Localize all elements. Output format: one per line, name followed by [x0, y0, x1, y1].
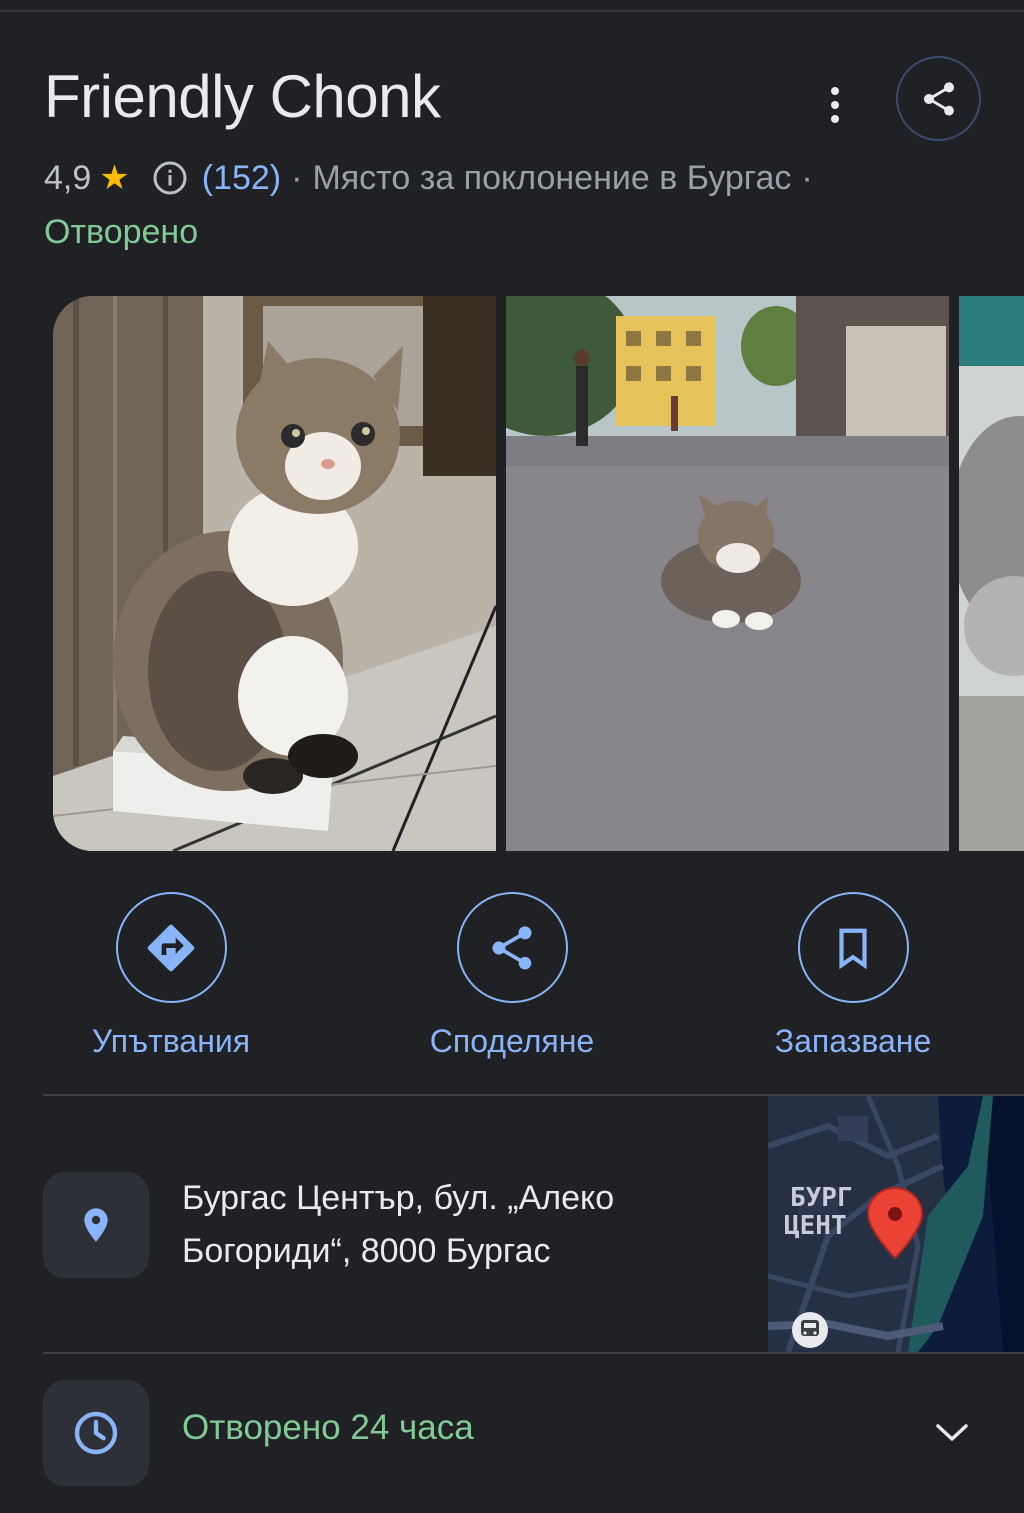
top-divider: [0, 10, 1024, 12]
photo-cat-on-street[interactable]: [506, 296, 949, 851]
divider-address: [43, 1352, 768, 1354]
address-text[interactable]: Бургас Център, бул. „Алеко Богориди“, 80…: [182, 1172, 742, 1278]
map-district-label-1: БУРГ: [790, 1183, 853, 1213]
place-title: Friendly Chonk: [44, 63, 441, 130]
save-button[interactable]: Запазване: [723, 892, 983, 1060]
hours-text[interactable]: Отворено 24 часа: [182, 1408, 474, 1448]
save-circle[interactable]: [797, 892, 909, 1003]
location-pin-icon: [84, 1208, 108, 1242]
clock-icon: [74, 1411, 118, 1455]
share-button[interactable]: Споделяне: [382, 892, 642, 1060]
review-count-link[interactable]: (152): [202, 159, 281, 198]
action-buttons: Упътвания Споделяне Запазване: [0, 892, 1024, 1072]
bookmark-icon: [839, 928, 867, 969]
map-district-label-2: ЦЕНТ: [784, 1211, 847, 1241]
chevron-down-icon: [936, 1424, 968, 1441]
directions-button[interactable]: Упътвания: [41, 892, 301, 1060]
transit-station-icon: [792, 1312, 828, 1348]
directions-circle[interactable]: [115, 892, 227, 1003]
place-meta: 4,9 ★ (152) · Място за поклонение в Бург…: [44, 158, 823, 198]
divider-address-map: [768, 1352, 1024, 1354]
rating-value: 4,9: [44, 158, 92, 197]
address-icon-box: [43, 1172, 149, 1278]
directions-label: Упътвания: [91, 1023, 251, 1059]
share-label: Споделяне: [429, 1023, 595, 1059]
meta-separator-trailing: ·: [801, 158, 813, 197]
hours-icon-box: [43, 1380, 149, 1486]
expand-hours-button[interactable]: [922, 1403, 982, 1463]
share-icon: [492, 925, 532, 969]
open-status: Отворено: [44, 213, 199, 251]
share-icon: [923, 81, 954, 116]
share-circle[interactable]: [456, 892, 568, 1003]
place-details-page: Friendly Chonk 4,9 ★ (152) · Място за по…: [0, 0, 1024, 1513]
photo-cat-in-box[interactable]: [53, 296, 496, 851]
photo-carousel[interactable]: [53, 296, 1024, 851]
meta-separator: ·: [291, 158, 303, 197]
info-icon[interactable]: [152, 160, 188, 196]
map-thumbnail[interactable]: БУРГ ЦЕНТ: [768, 1096, 1024, 1352]
photo-cat-closeup[interactable]: [959, 296, 1024, 851]
directions-icon: [147, 924, 195, 971]
more-vert-icon: [831, 87, 839, 123]
address-line-1: Бургас Център, бул. „Алеко: [182, 1179, 615, 1217]
more-options-button[interactable]: [810, 80, 860, 130]
address-line-2: Богориди“, 8000 Бургас: [182, 1232, 551, 1270]
star-icon: ★: [99, 159, 130, 197]
header-share-button[interactable]: [896, 56, 981, 141]
place-category: Място за поклонение в Бургас: [312, 158, 792, 197]
save-label: Запазване: [774, 1023, 932, 1059]
